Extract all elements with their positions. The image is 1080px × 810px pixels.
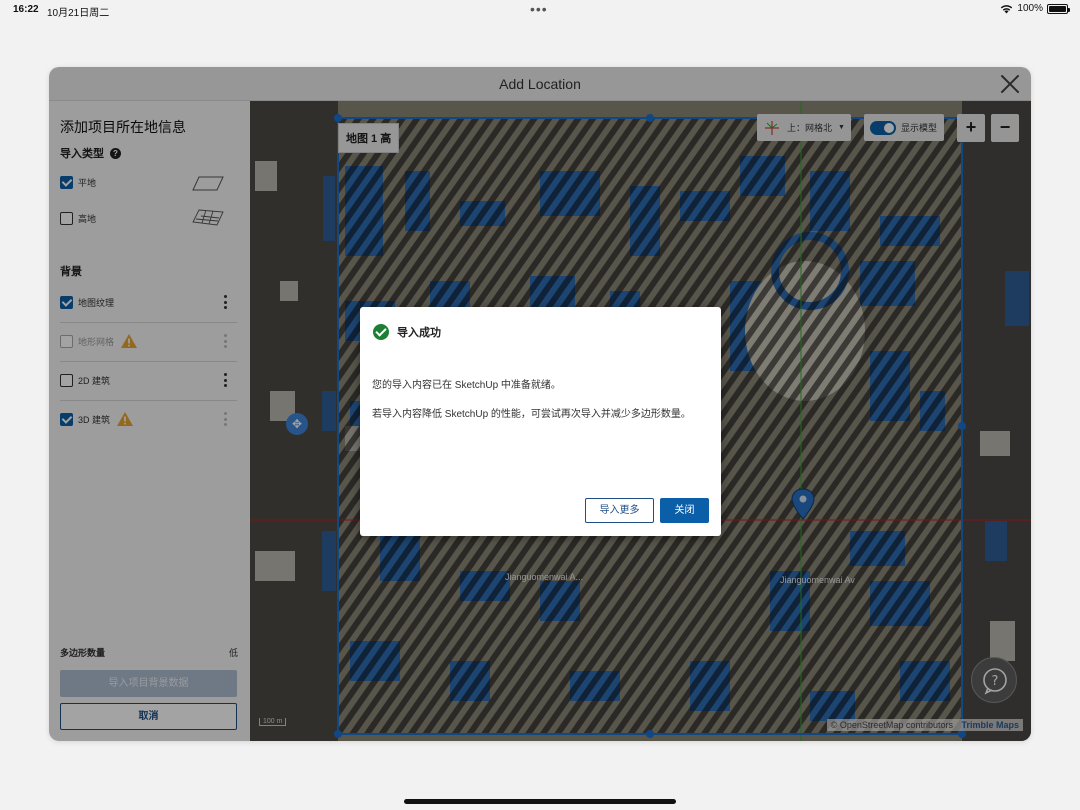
home-indicator[interactable] <box>404 799 676 804</box>
import-more-button[interactable]: 导入更多 <box>585 498 654 523</box>
multitasking-dots[interactable]: ••• <box>530 1 548 17</box>
wifi-icon <box>1001 4 1013 13</box>
dialog-message: 若导入内容降低 SketchUp 的性能，可尝试再次导入并减少多边形数量。 <box>372 409 691 420</box>
battery-icon <box>1047 3 1070 14</box>
status-date: 10月21日周二 <box>47 8 110 19</box>
close-button[interactable]: 关闭 <box>660 498 709 523</box>
battery-percent: 100% <box>1017 3 1043 14</box>
dialog-header: 导入成功 <box>373 324 441 340</box>
dialog-message: 您的导入内容已在 SketchUp 中准备就绪。 <box>372 380 561 391</box>
success-check-icon <box>373 324 389 340</box>
import-success-dialog: 导入成功 您的导入内容已在 SketchUp 中准备就绪。 若导入内容降低 Sk… <box>360 307 721 536</box>
status-bar: 16:22 10月21日周二 ••• 100% <box>0 0 1080 20</box>
dialog-title: 导入成功 <box>397 327 441 339</box>
status-right: 100% <box>1000 3 1070 14</box>
status-time: 16:22 <box>13 4 39 15</box>
